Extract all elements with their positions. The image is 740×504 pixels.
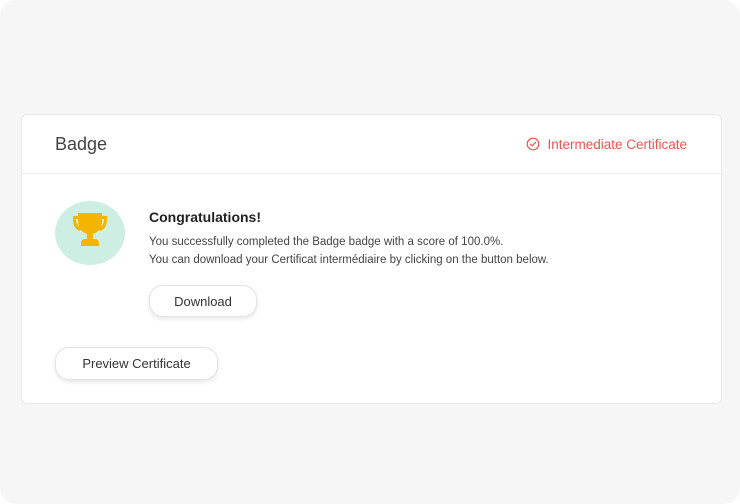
- message-download-line: You can download your Certificat intermé…: [149, 254, 549, 266]
- badge-card: Badge Intermediate Certificate Congratul…: [21, 114, 722, 404]
- trophy-badge: [55, 201, 125, 265]
- card-title: Badge: [55, 133, 108, 154]
- check-circle-icon: [526, 137, 540, 151]
- page-background: Badge Intermediate Certificate Congratul…: [0, 0, 740, 504]
- download-button[interactable]: Download: [149, 285, 257, 317]
- certificate-status: Intermediate Certificate: [526, 137, 687, 152]
- certificate-status-label: Intermediate Certificate: [547, 136, 687, 152]
- card-body: Congratulations! You successfully comple…: [22, 174, 721, 405]
- message-title: Congratulations!: [149, 209, 261, 225]
- card-header: Badge Intermediate Certificate: [22, 115, 721, 174]
- message-score-line: You successfully completed the Badge bad…: [149, 236, 504, 248]
- preview-certificate-button[interactable]: Preview Certificate: [55, 347, 218, 380]
- congratulations-message: Congratulations! You successfully comple…: [149, 209, 549, 269]
- trophy-icon: [67, 211, 113, 256]
